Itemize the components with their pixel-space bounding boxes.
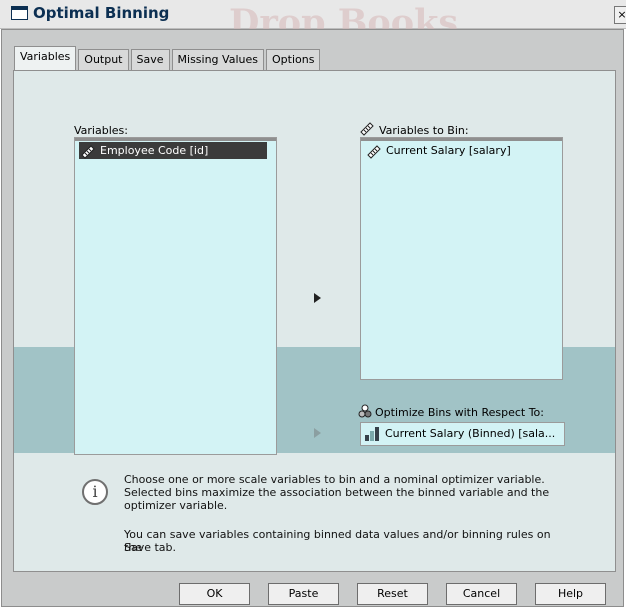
tab-variables[interactable]: Variables	[14, 46, 77, 70]
variable-item-employee-code[interactable]: Employee Code [id]	[79, 142, 267, 159]
bar-chart-icon	[365, 427, 380, 441]
ruler-icon	[81, 145, 95, 159]
list-header-line	[361, 138, 562, 141]
tab-options[interactable]: Options	[265, 49, 321, 70]
optimal-binning-dialog: Variables Output Save Missing Values Opt…	[1, 29, 624, 607]
ok-button[interactable]: OK	[179, 583, 250, 605]
variables-panel: Variables: Employee Code [id] Variables …	[13, 70, 616, 572]
title-bar: Optimal Binning ×	[0, 0, 626, 29]
info-line-2: Selected bins maximize the association b…	[124, 486, 550, 499]
move-to-optimizer-arrow[interactable]	[314, 428, 321, 438]
window-icon	[11, 6, 28, 20]
info-line-3: optimizer variable.	[124, 499, 228, 512]
tab-save[interactable]: Save	[130, 49, 170, 70]
to-bin-label: Variables to Bin:	[379, 124, 469, 137]
help-button[interactable]: Help	[535, 583, 606, 605]
variable-item-label: Employee Code [id]	[100, 144, 209, 157]
ruler-icon	[367, 145, 381, 159]
optimizer-value: Current Salary (Binned) [sala...	[385, 427, 556, 440]
button-row: OK Paste Reset Cancel Help	[0, 583, 626, 608]
to-bin-item-label: Current Salary [salary]	[386, 144, 511, 157]
cancel-button[interactable]: Cancel	[446, 583, 517, 605]
optimizer-variable-field[interactable]: Current Salary (Binned) [sala...	[360, 422, 565, 446]
reset-button[interactable]: Reset	[357, 583, 428, 605]
tab-output[interactable]: Output	[78, 49, 129, 70]
ruler-icon	[360, 122, 374, 136]
info-line-1: Choose one or more scale variables to bi…	[124, 473, 545, 486]
tab-strip: Variables Output Save Missing Values Opt…	[14, 46, 322, 70]
tab-missing-values[interactable]: Missing Values	[171, 49, 264, 70]
list-header-line	[75, 138, 276, 141]
info-line-5: Save tab.	[124, 541, 177, 554]
info-icon: i	[82, 479, 108, 505]
variables-list[interactable]: Employee Code [id]	[74, 137, 277, 455]
window-title: Optimal Binning	[33, 4, 170, 22]
to-bin-item-current-salary[interactable]: Current Salary [salary]	[365, 142, 552, 159]
nominal-icon	[358, 404, 372, 418]
move-to-bin-arrow[interactable]	[314, 293, 321, 303]
variables-label: Variables:	[74, 124, 128, 137]
optimize-label: Optimize Bins with Respect To:	[375, 406, 544, 419]
close-icon[interactable]: ×	[614, 6, 626, 24]
variables-to-bin-list[interactable]: Current Salary [salary]	[360, 137, 563, 380]
paste-button[interactable]: Paste	[268, 583, 339, 605]
